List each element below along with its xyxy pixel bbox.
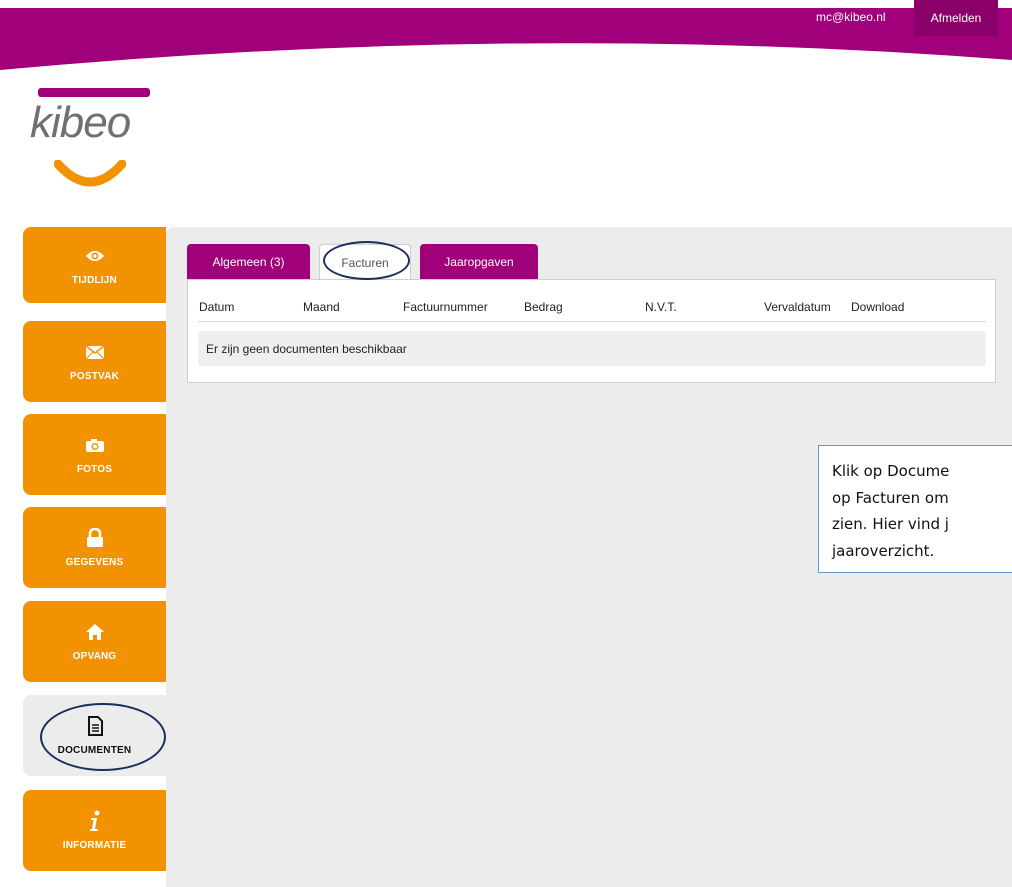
empty-state-row: Er zijn geen documenten beschikbaar: [198, 331, 986, 366]
nav-label: TIJDLIJN: [72, 274, 117, 286]
nav-item-tijdlijn[interactable]: TIJDLIJN: [23, 227, 166, 303]
header-divider: [198, 321, 986, 322]
top-bar: mc@kibeo.nl Afmelden: [0, 0, 1012, 75]
kibeo-logo[interactable]: kibeo: [30, 88, 160, 198]
logo-text: kibeo: [30, 98, 131, 147]
documents-table: Datum Maand Factuurnummer Bedrag N.V.T. …: [187, 279, 996, 383]
highlight-ellipse-facturen: [323, 241, 410, 280]
logo-bar: [38, 88, 150, 97]
nav-item-gegevens[interactable]: GEGEVENS: [23, 507, 166, 588]
nav-item-postvak[interactable]: POSTVAK: [23, 321, 166, 402]
column-header-datum: Datum: [199, 300, 235, 314]
nav-item-opvang[interactable]: OPVANG: [23, 601, 166, 682]
eye-icon: [84, 245, 106, 267]
callout-line: zien. Hier vind j: [832, 515, 949, 533]
callout-line: jaaroverzicht.: [832, 541, 935, 560]
logout-button[interactable]: Afmelden: [914, 0, 998, 36]
camera-icon: [84, 434, 106, 456]
callout-text: Klik op Docume op Facturen om zien. Hier…: [832, 458, 1012, 564]
nav-label: OPVANG: [72, 651, 117, 662]
nav-item-fotos[interactable]: FOTOS: [23, 414, 166, 495]
nav-label: POSTVAK: [70, 371, 119, 382]
home-icon: [84, 621, 106, 643]
callout-line: Klik op Docume: [832, 462, 950, 480]
tab-algemeen[interactable]: Algemeen (3): [187, 244, 310, 280]
column-header-maand: Maand: [303, 300, 340, 314]
tab-jaaropgaven[interactable]: Jaaropgaven: [420, 244, 538, 280]
info-icon: [84, 810, 106, 832]
envelope-icon: [84, 341, 106, 363]
column-header-nvt: N.V.T.: [645, 300, 677, 314]
callout-line: op Facturen om: [832, 488, 949, 507]
nav-label: FOTOS: [76, 464, 113, 475]
column-header-factuurnummer: Factuurnummer: [403, 300, 488, 314]
lock-icon: [84, 527, 106, 549]
column-header-bedrag: Bedrag: [524, 300, 563, 314]
instruction-callout: Klik op Docume op Facturen om zien. Hier…: [818, 445, 1012, 573]
logo-smile-icon: [54, 160, 126, 187]
column-header-vervaldatum: Vervaldatum: [764, 300, 831, 314]
nav-label: GEGEVENS: [65, 557, 124, 568]
highlight-ellipse-documenten: [40, 703, 166, 771]
nav-label: INFORMATIE: [62, 840, 127, 851]
user-email[interactable]: mc@kibeo.nl: [816, 10, 886, 24]
nav-item-informatie[interactable]: INFORMATIE: [23, 790, 166, 871]
column-header-download: Download: [851, 300, 905, 314]
